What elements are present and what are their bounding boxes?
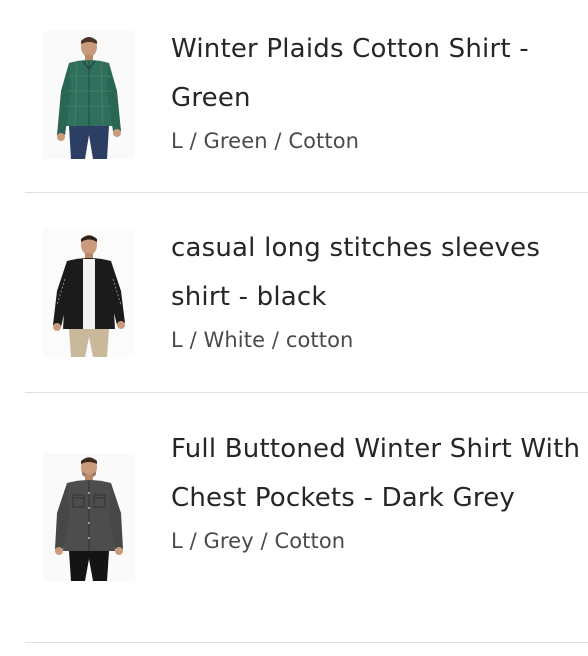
item-info: Winter Plaids Cotton Shirt - Green L / G…: [171, 25, 588, 155]
product-photo-black-shirt-icon: [53, 235, 125, 357]
product-variant: L / Grey / Cotton: [171, 529, 346, 553]
product-image[interactable]: [43, 31, 135, 159]
product-photo-green-shirt-icon: [57, 37, 121, 159]
item-info: casual long stitches sleeves shirt - bla…: [171, 224, 588, 354]
product-image[interactable]: [43, 229, 135, 357]
item-info: Full Buttoned Winter Shirt With Chest Po…: [171, 425, 588, 555]
cart-item: Full Buttoned Winter Shirt With Chest Po…: [25, 393, 588, 643]
product-title[interactable]: casual long stitches sleeves shirt - bla…: [171, 224, 588, 322]
cart-item: casual long stitches sleeves shirt - bla…: [25, 193, 588, 393]
product-variant: L / Green / Cotton: [171, 129, 360, 153]
cart-item: Winter Plaids Cotton Shirt - Green L / G…: [25, 0, 588, 193]
product-image[interactable]: [43, 453, 135, 581]
product-photo-grey-shirt-icon: [55, 457, 123, 581]
product-variant: L / White / cotton: [171, 328, 354, 352]
product-title[interactable]: Winter Plaids Cotton Shirt - Green: [171, 25, 588, 123]
cart-item-list: Winter Plaids Cotton Shirt - Green L / G…: [0, 0, 588, 656]
product-title[interactable]: Full Buttoned Winter Shirt With Chest Po…: [171, 425, 588, 523]
